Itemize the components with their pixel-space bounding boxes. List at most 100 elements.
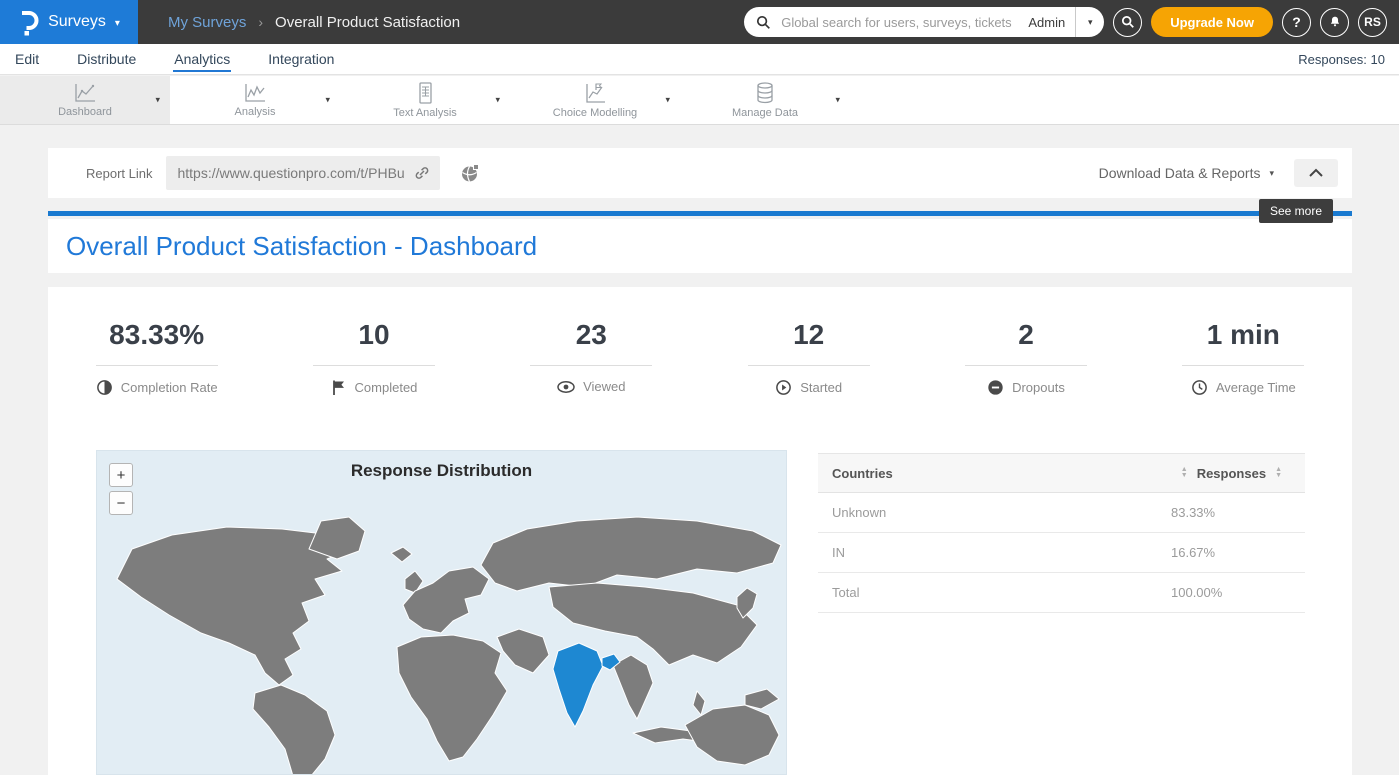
average-time-label: Average Time [1216,380,1296,395]
flag-icon [331,379,347,396]
avatar[interactable]: RS [1358,8,1387,37]
stat-average-time: 1 min Average Time [1135,319,1352,396]
global-search-input[interactable] [779,14,1028,31]
completed-label: Completed [355,380,418,395]
started-value: 12 [793,319,824,351]
line-chart-icon [73,82,97,104]
toolbar-text-analysis[interactable]: Text Analysis ▾ [340,76,510,124]
topbar-actions: Admin ▾ Upgrade Now ? RS [744,7,1399,37]
breadcrumb: My Surveys › Overall Product Satisfactio… [168,14,460,31]
section-divider-accent [48,211,1352,216]
globe-icon[interactable] [460,163,481,184]
stat-completed: 10 Completed [265,319,482,396]
upgrade-now-button[interactable]: Upgrade Now [1151,7,1273,37]
response-distribution-map: Response Distribution + − [96,450,787,775]
stat-divider [313,365,435,366]
page-title: Overall Product Satisfaction - Dashboard [66,231,537,262]
toolbar-analysis[interactable]: Analysis ▾ [170,76,340,124]
chevron-down-icon[interactable]: ▾ [835,95,840,106]
sort-countries-icon[interactable]: ▲ ▼ [1181,467,1188,479]
survey-nav: Edit Distribute Analytics Integration Re… [0,44,1399,75]
chevron-down-icon[interactable]: ▾ [665,95,670,106]
download-data-reports-dropdown[interactable]: Download Data & Reports ▾ [1099,165,1274,181]
table-row: Total 100.00% [818,573,1305,613]
sort-desc-icon: ▼ [1275,473,1282,479]
bell-icon [1328,15,1342,29]
chevron-down-icon: ▾ [115,18,120,29]
viewed-value: 23 [576,319,607,351]
toolbar-text-analysis-label: Text Analysis [393,107,457,119]
tab-edit[interactable]: Edit [14,47,40,72]
responses-header[interactable]: Responses [1197,466,1266,481]
map-title: Response Distribution [97,461,786,481]
report-link-label: Report Link [86,166,152,181]
country-responses: 100.00% [1171,585,1291,600]
advanced-search-button[interactable] [1113,8,1142,37]
tab-distribute[interactable]: Distribute [76,47,137,72]
map-zoom-in-button[interactable]: + [109,463,133,487]
stats-row: 83.33% Completion Rate 10 Completed [48,287,1352,396]
help-button[interactable]: ? [1282,8,1311,37]
stat-dropouts: 2 Dropouts [917,319,1134,396]
report-link-bar: Report Link Download Data & Reports ▾ [48,148,1352,198]
toolbar-choice-modelling-label: Choice Modelling [553,107,637,119]
average-time-value: 1 min [1207,319,1280,351]
chevron-down-icon[interactable]: ▾ [155,95,160,106]
country-name: Total [832,585,1171,600]
breadcrumb-my-surveys[interactable]: My Surveys [168,14,246,31]
tab-integration[interactable]: Integration [267,47,335,72]
surveys-product-menu[interactable]: Surveys ▾ [0,0,138,44]
avatar-initials: RS [1364,15,1381,29]
global-search: Admin ▾ [744,7,1104,37]
toolbar-analysis-label: Analysis [235,106,276,118]
stat-divider [965,365,1087,366]
toolbar-dashboard-label: Dashboard [58,106,112,118]
stat-completion-rate: 83.33% Completion Rate [48,319,265,396]
search-scope-dropdown[interactable]: ▾ [1076,17,1104,28]
collapse-section-button[interactable] [1294,159,1338,187]
sort-responses-icon[interactable]: ▲ ▼ [1275,467,1282,479]
country-responses: 16.67% [1171,545,1291,560]
notifications-button[interactable] [1320,8,1349,37]
tab-analytics[interactable]: Analytics [173,47,231,72]
text-document-icon [413,81,437,105]
page-title-card: Overall Product Satisfaction - Dashboard [48,219,1352,273]
completion-rate-icon [96,379,113,396]
stat-divider [96,365,218,366]
choice-modelling-chart-icon [583,81,607,105]
toolbar-dashboard[interactable]: Dashboard ▾ [0,76,170,124]
questionpro-logo-icon [18,9,39,36]
dashboard-card: 83.33% Completion Rate 10 Completed [48,287,1352,775]
report-url-input[interactable] [175,164,413,182]
countries-header[interactable]: Countries [832,466,1172,481]
top-bar: Surveys ▾ My Surveys › Overall Product S… [0,0,1399,44]
dropouts-value: 2 [1018,319,1034,351]
stat-divider [1182,365,1304,366]
started-label: Started [800,380,842,395]
chevron-up-icon [1306,167,1326,179]
report-url-box [166,156,440,190]
country-name: IN [832,545,1171,560]
responses-count: Responses: 10 [1298,52,1385,67]
country-responses: 83.33% [1171,505,1291,520]
stat-divider [748,365,870,366]
viewed-label: Viewed [583,379,625,394]
completion-rate-label: Completion Rate [121,380,218,395]
toolbar-manage-data-label: Manage Data [732,107,798,119]
dropouts-label: Dropouts [1012,380,1065,395]
chevron-down-icon[interactable]: ▾ [325,95,330,106]
search-icon [756,15,771,30]
minus-circle-icon [987,379,1004,396]
completed-value: 10 [358,319,389,351]
clock-icon [1191,379,1208,396]
link-icon[interactable] [413,164,431,182]
database-icon [753,81,777,105]
stat-started: 12 Started [700,319,917,396]
chevron-down-icon[interactable]: ▾ [495,95,500,106]
toolbar-choice-modelling[interactable]: Choice Modelling ▾ [510,76,680,124]
completion-rate-value: 83.33% [109,319,204,351]
toolbar-manage-data[interactable]: Manage Data ▾ [680,76,850,124]
chevron-down-icon: ▾ [1269,168,1274,179]
countries-table: Countries ▲ ▼ Responses ▲ ▼ Unknown 83.3… [818,453,1305,613]
world-map[interactable] [97,489,786,775]
